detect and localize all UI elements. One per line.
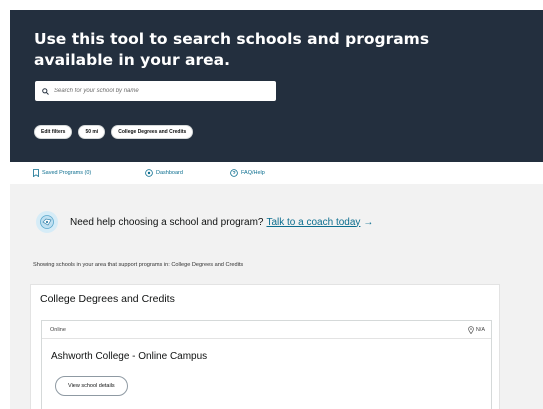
arrow-right-icon: → <box>363 216 374 228</box>
view-school-details-button[interactable]: View school details <box>55 376 128 396</box>
distance-filter-chip[interactable]: 50 mi <box>78 125 106 139</box>
school-result: Online N/A Ashworth College - Online Cam… <box>41 320 492 409</box>
program-category-card: College Degrees and Credits Online N/A A… <box>30 284 500 409</box>
category-title: College Degrees and Credits <box>40 293 175 305</box>
edit-filters-button[interactable]: Edit filters <box>34 125 73 139</box>
school-name: Ashworth College - Online Campus <box>51 351 208 362</box>
school-result-header: Online N/A <box>42 321 491 339</box>
faq-help-link[interactable]: FAQ/Help <box>230 169 265 177</box>
hero-title: Use this tool to search schools and prog… <box>34 30 430 69</box>
saved-programs-link[interactable]: Saved Programs (0) <box>33 169 91 177</box>
search-icon <box>42 87 49 95</box>
talk-to-coach-link[interactable]: Talk to a coach today <box>266 217 360 228</box>
coach-help-question: Need help choosing a school and program? <box>70 216 264 228</box>
dashboard-label: Dashboard <box>156 170 183 176</box>
saved-programs-label: Saved Programs (0) <box>42 170 92 176</box>
filter-chips: Edit filters 50 mi College Degrees and C… <box>34 125 194 139</box>
school-search-box[interactable] <box>35 81 276 101</box>
location-pin-icon <box>468 325 474 334</box>
coach-icon <box>36 211 58 233</box>
faq-help-label: FAQ/Help <box>241 170 265 176</box>
hero-banner: Use this tool to search schools and prog… <box>10 10 543 162</box>
category-filter-chip[interactable]: College Degrees and Credits <box>111 125 194 139</box>
dashboard-link[interactable]: Dashboard <box>145 169 183 177</box>
dashboard-icon <box>145 169 153 177</box>
secondary-nav: Saved Programs (0) Dashboard FAQ/Help <box>10 162 543 184</box>
coach-help-banner: Need help choosing a school and program?… <box>36 211 373 233</box>
help-circle-icon <box>230 169 238 177</box>
results-summary-text: Showing schools in your area that suppor… <box>33 262 244 268</box>
location-value: N/A <box>475 326 485 333</box>
delivery-mode: Online <box>50 326 66 333</box>
school-location: N/A <box>468 325 485 334</box>
bookmark-icon <box>33 169 39 177</box>
school-search-input[interactable] <box>54 88 254 94</box>
coach-help-text: Need help choosing a school and program?… <box>70 217 373 228</box>
